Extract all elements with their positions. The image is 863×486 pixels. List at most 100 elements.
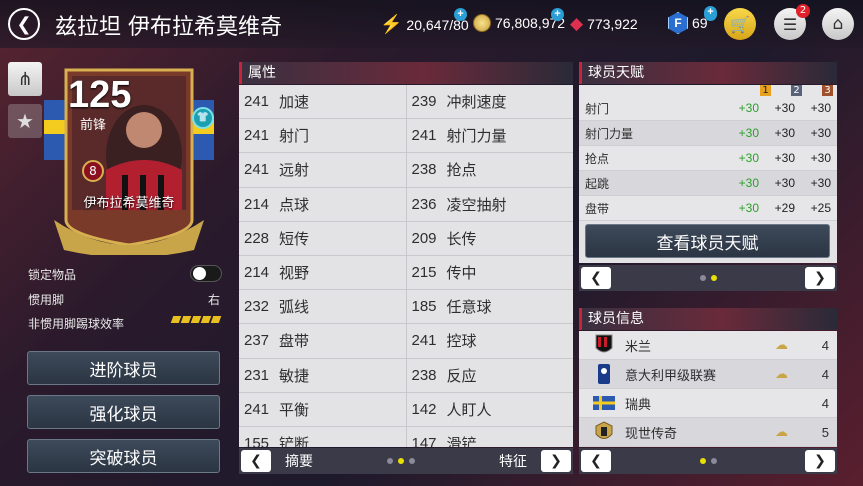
player-info-list: 米兰 ☁ 4 意大利甲级联赛 ☁ 4 瑞典 4 现世传奇 ☁ 5 — [579, 331, 837, 447]
player-info-row[interactable]: 意大利甲级联赛 ☁ 4 — [579, 360, 837, 389]
fifa-points-counter[interactable]: F 69 + — [668, 6, 717, 34]
trait-bonus-c: +30 — [810, 101, 831, 115]
chemistry-icon: ☁ — [775, 337, 788, 353]
attributes-next-button[interactable]: ❯ — [541, 450, 571, 472]
traits-next-button[interactable]: ❯ — [805, 267, 835, 289]
add-coins-icon[interactable]: + — [551, 8, 564, 21]
trait-bonus-b: +30 — [774, 101, 795, 115]
pager-dot — [710, 458, 717, 464]
lock-item-label: 锁定物品 — [28, 268, 77, 282]
weak-foot-star — [210, 316, 222, 323]
attribute-value: 231 — [244, 366, 270, 384]
player-info-row[interactable]: 米兰 ☁ 4 — [579, 331, 837, 360]
coins-counter[interactable]: 76,808,972 + — [473, 8, 565, 32]
attribute-value: 241 — [411, 127, 437, 145]
gem-icon: ◆ — [570, 14, 584, 33]
attribute-name: 短传 — [279, 229, 310, 248]
attributes-pager — [387, 458, 415, 464]
player-info-header: 球员信息 — [579, 308, 837, 330]
trait-row: 射门力量 +30 +30 +30 — [579, 121, 837, 146]
chevron-right-icon: ❯ — [814, 453, 826, 469]
tasks-button[interactable]: ☰ 2 — [774, 4, 810, 40]
info-pager — [699, 458, 717, 464]
attribute-cell: 155 铲断 — [239, 426, 407, 447]
enhance-player-button[interactable]: 强化球员 — [27, 395, 220, 429]
trait-name: 盘带 — [585, 201, 610, 216]
weak-foot-star — [200, 316, 212, 323]
store-button[interactable]: 🛒 — [724, 8, 756, 40]
player-info-row[interactable]: 现世传奇 ☁ 5 — [579, 418, 837, 447]
pager-dot — [699, 275, 706, 281]
player-info-value: 4 — [821, 337, 829, 353]
trait-bonus-b: +30 — [774, 151, 795, 165]
chemistry-icon: ☁ — [775, 366, 788, 382]
attributes-list[interactable]: 241 加速 239 冲刺速度 241 射门 241 射门力量 241 远射 238 抢点 214 点球 2… — [239, 85, 573, 447]
attribute-cell: 142 人盯人 — [407, 393, 574, 426]
attribute-cell: 228 短传 — [239, 221, 407, 255]
attribute-value: 214 — [244, 264, 270, 282]
card-rank-badge: 8 — [82, 160, 104, 182]
trait-name: 射门 — [585, 101, 610, 116]
trait-row: 盘带 +30 +29 +25 — [579, 196, 837, 221]
attributes-footer: ❮ 摘要 特征 ❯ — [239, 448, 573, 474]
add-energy-icon[interactable]: + — [454, 8, 467, 21]
attribute-name: 凌空抽射 — [446, 195, 507, 214]
attribute-row: 155 铲断 147 滑铲 — [239, 426, 573, 447]
attribute-row: 214 视野 215 传中 — [239, 255, 573, 291]
chevron-left-icon: ❮ — [250, 453, 262, 469]
view-traits-button[interactable]: 查看球员天赋 — [585, 224, 830, 258]
trait-row: 射门 +30 +30 +30 — [579, 96, 837, 121]
attribute-value: 155 — [244, 434, 270, 447]
attribute-value: 209 — [411, 229, 437, 247]
favorite-button[interactable]: ★ — [8, 104, 42, 138]
lock-item-toggle[interactable] — [190, 265, 222, 282]
attribute-name: 任意球 — [446, 298, 492, 317]
info-prev-button[interactable]: ❮ — [581, 450, 611, 472]
attribute-name: 冲刺速度 — [446, 93, 507, 112]
attribute-cell: 214 视野 — [239, 255, 407, 290]
trait-name: 起跳 — [585, 176, 610, 191]
shirt-icon: 👕 — [196, 112, 210, 123]
player-card[interactable]: 125 前锋 8 伊布拉希莫维奇 — [44, 60, 214, 255]
traits-prev-button[interactable]: ❮ — [581, 267, 611, 289]
attribute-value: 214 — [244, 195, 270, 213]
attribute-name: 射门 — [279, 127, 310, 146]
attribute-row: 232 弧线 185 任意球 — [239, 290, 573, 325]
chevron-left-icon: ❮ — [590, 453, 602, 469]
kit-button[interactable]: 👕 — [192, 107, 214, 129]
attribute-name: 传中 — [446, 264, 477, 283]
attribute-value: 241 — [411, 332, 437, 350]
add-fifa-points-icon[interactable]: + — [704, 6, 717, 19]
preferred-foot-value: 右 — [208, 293, 221, 307]
home-button[interactable]: ⌂ — [822, 8, 854, 40]
player-info-row[interactable]: 瑞典 4 — [579, 389, 837, 418]
player-info-name: 瑞典 — [625, 397, 652, 413]
energy-counter[interactable]: ⚡ 20,647/80 + — [380, 8, 469, 35]
attribute-cell: 237 盘带 — [239, 324, 407, 358]
serie-a-logo-icon — [591, 363, 617, 385]
trait-bonus-c: +30 — [810, 151, 831, 165]
attribute-value: 142 — [411, 400, 437, 418]
attribute-value: 228 — [244, 229, 270, 247]
attribute-value: 236 — [411, 195, 437, 213]
gems-counter[interactable]: ◆ 773,922 + — [570, 8, 717, 34]
attribute-cell: 232 弧线 — [239, 290, 407, 324]
breakthrough-player-button[interactable]: 突破球员 — [27, 439, 220, 473]
info-next-button[interactable]: ❯ — [805, 450, 835, 472]
traits-tab[interactable]: 特征 — [499, 451, 527, 471]
weak-foot-star — [190, 316, 202, 323]
attribute-cell: 238 反应 — [407, 359, 574, 392]
gems-value: 773,922 — [587, 16, 638, 32]
train-player-button[interactable]: 进阶球员 — [27, 351, 220, 385]
summary-tab[interactable]: 摘要 — [285, 451, 313, 471]
attribute-cell: 239 冲刺速度 — [407, 85, 574, 118]
trait-bonus-a: +30 — [738, 201, 759, 215]
trait-row: 抢点 +30 +30 +30 — [579, 146, 837, 171]
share-button[interactable]: ⋔ — [8, 62, 42, 96]
share-icon: ⋔ — [17, 68, 33, 90]
attributes-prev-button[interactable]: ❮ — [241, 450, 271, 472]
trait-bonus-c: +30 — [810, 176, 831, 190]
attribute-cell: 241 控球 — [407, 324, 574, 357]
trait-bonus-a: +30 — [738, 151, 759, 165]
back-button[interactable]: ❮ — [8, 8, 40, 40]
